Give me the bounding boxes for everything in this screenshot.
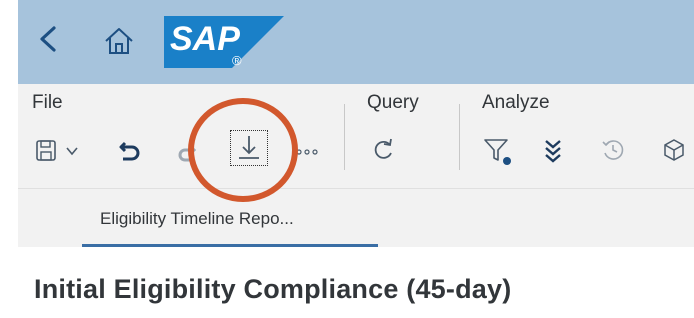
dropdown-chevron-icon[interactable] <box>65 144 79 158</box>
filter-icon[interactable] <box>482 136 512 166</box>
group-divider <box>344 104 345 170</box>
group-label-analyze: Analyze <box>482 92 550 113</box>
home-icon[interactable] <box>102 24 136 58</box>
refresh-icon[interactable] <box>370 137 396 163</box>
group-divider <box>459 104 460 170</box>
save-icon[interactable] <box>34 138 60 164</box>
collapse-icon[interactable] <box>541 136 565 164</box>
active-tab-indicator <box>82 244 378 247</box>
logo-mark: ® <box>232 53 242 68</box>
tab-eligibility-timeline-report[interactable]: Eligibility Timeline Repo... <box>100 209 294 229</box>
cube-icon[interactable] <box>662 138 686 162</box>
page-title: Initial Eligibility Compliance (45-day) <box>34 274 512 304</box>
highlight-circle-annotation <box>188 98 298 202</box>
tab-bar: Eligibility Timeline Repo... <box>18 188 694 247</box>
history-icon[interactable] <box>600 137 626 163</box>
back-icon[interactable] <box>32 22 66 56</box>
logo-text: SAP <box>170 20 240 58</box>
undo-icon[interactable] <box>117 137 143 163</box>
shell-bar: SAP ® <box>18 0 694 84</box>
group-label-file: File <box>32 92 63 113</box>
sap-logo[interactable]: SAP ® <box>164 16 284 68</box>
toolbar: File Query Analyze <box>18 84 694 188</box>
group-label-query: Query <box>367 92 419 113</box>
